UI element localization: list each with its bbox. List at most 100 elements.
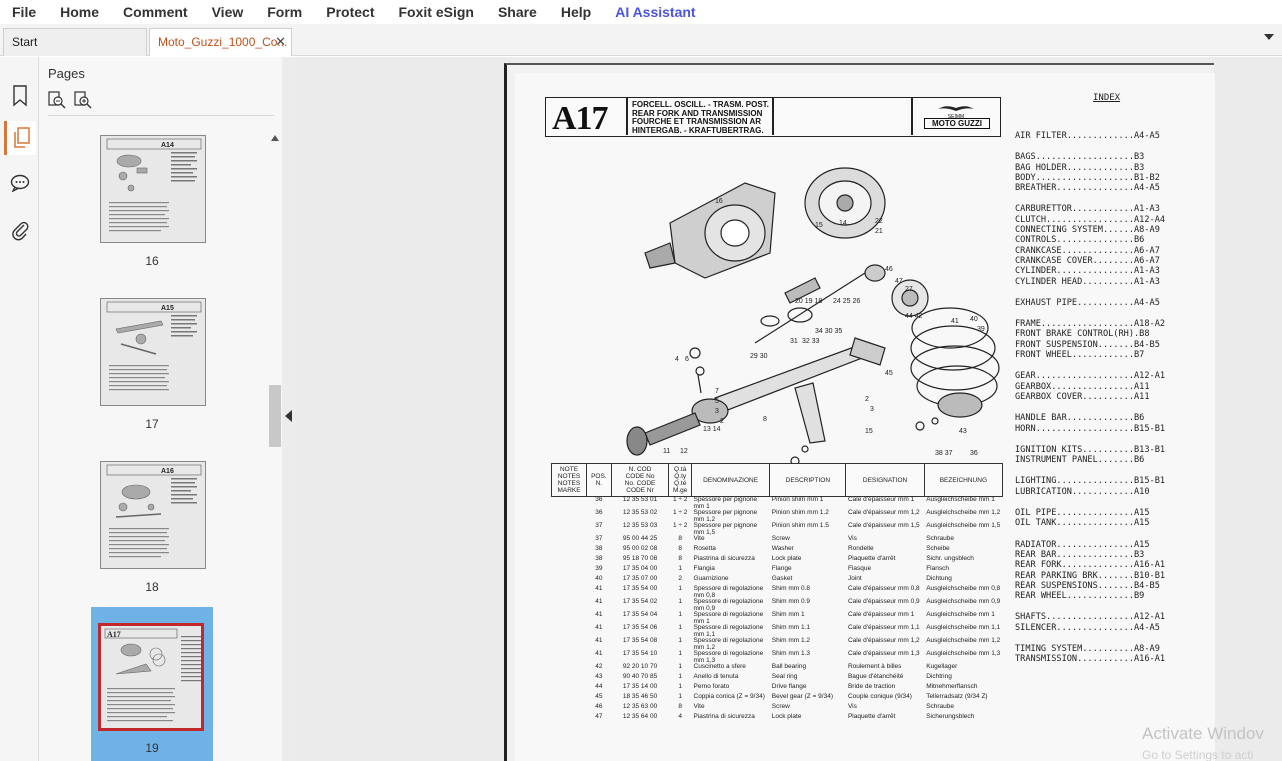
menu-home[interactable]: Home (48, 0, 111, 24)
menu-protect[interactable]: Protect (314, 0, 386, 24)
svg-text:36: 36 (970, 450, 978, 457)
table-row: 36 12 35 53 01 1 ÷ 2 Spessore per pignone m… (552, 496, 1003, 511)
tab-document-label: Moto_Guzzi_1000_Co... (158, 35, 288, 49)
index-entry: HORN...................B15-B1 (1015, 423, 1166, 434)
table-cell (552, 566, 587, 576)
index-entry: LIGHTING...............B15-B1 (1015, 476, 1166, 487)
index-entry: REAR SUSPENSIONS.......B4-B5 (1015, 580, 1160, 591)
page-thumbnail-16[interactable]: A14 16 (91, 129, 213, 287)
index-group-gap (1015, 287, 1225, 298)
svg-text:3: 3 (870, 406, 874, 413)
menu-comment[interactable]: Comment (111, 0, 200, 24)
menu-share[interactable]: Share (486, 0, 549, 24)
page-thumbnail-image: A17 (98, 623, 204, 731)
index-group-gap (1015, 465, 1225, 476)
column-header: Q.tà Q.ty Q.té M.ge (668, 463, 692, 497)
index-entry: GEARBOX COVER..........A11 (1015, 391, 1150, 402)
index-entry: CONNECTING SYSTEM......A8-A9 (1015, 225, 1160, 236)
parts-table-body: 36 12 35 53 01 1 ÷ 2 Spessore per pignone m… (552, 496, 1003, 725)
table-cell: Piastrina di sicurezza (693, 713, 755, 720)
page-thumbnail-image: A16 (100, 461, 206, 569)
svg-text:47: 47 (895, 278, 903, 285)
menu-ai-assistant[interactable]: AI Assistant (603, 0, 707, 24)
svg-text:44 42: 44 42 (905, 313, 923, 320)
tab-start[interactable]: Start (3, 28, 147, 56)
index-entry: CRANKCASE..............A6-A7 (1015, 245, 1160, 256)
thumbnail-list: A14 16 A15 17 A16 18 A17 19 (39, 119, 268, 761)
table-cell: 1 ÷ 2 (672, 496, 688, 503)
svg-text:3: 3 (715, 408, 719, 415)
page-number: 18 (145, 580, 159, 594)
menu-file[interactable]: File (0, 0, 48, 24)
pages-icon[interactable] (4, 121, 36, 155)
page-number: 16 (145, 254, 159, 268)
index-entry: GEAR...................A12-A1 (1015, 371, 1166, 382)
thumbnail-scrollbar[interactable] (268, 133, 281, 761)
index-entry: REAR FORK..............A16-A1 (1015, 560, 1166, 571)
comment-icon[interactable] (4, 166, 36, 200)
svg-text:41: 41 (951, 318, 959, 325)
table-cell (552, 556, 587, 566)
page-thumbnail-19-selected[interactable]: A17 19 (91, 607, 213, 761)
table-cell: Pinion shim mm 1 (771, 496, 824, 503)
panel-title: Pages (48, 66, 85, 81)
scrollbar-thumb[interactable] (269, 385, 281, 447)
page-thumbnail-17[interactable]: A15 17 (91, 292, 213, 450)
svg-text:6: 6 (685, 356, 689, 363)
menu-form[interactable]: Form (255, 0, 314, 24)
table-cell: 12 35 64 00 (622, 713, 658, 720)
section-title-line: HINTERGAB. - KRAFTUBERTRAG. (632, 125, 764, 135)
column-header: N. COD CODE No No. CODE CODE Nr (610, 463, 670, 497)
svg-text:15: 15 (815, 222, 823, 229)
menu-view[interactable]: View (200, 0, 256, 24)
svg-text:46: 46 (885, 266, 893, 273)
tab-list-dropdown-icon[interactable] (1264, 34, 1274, 40)
page-number: 17 (145, 417, 159, 431)
svg-text:24 25 26: 24 25 26 (833, 298, 860, 305)
collapse-panel-button[interactable] (282, 57, 296, 761)
svg-text:7: 7 (715, 388, 719, 395)
index-entry: REAR BAR...............B3 (1015, 549, 1145, 560)
scroll-up-icon[interactable] (271, 135, 279, 141)
index-entry: BAG HOLDER.............B3 (1015, 162, 1145, 173)
close-icon[interactable]: ✕ (275, 29, 286, 55)
svg-text:40: 40 (970, 316, 978, 323)
index-entry: EXHAUST PIPE...........A4-A5 (1015, 297, 1160, 308)
page-thumbnail-18[interactable]: A16 18 (91, 455, 213, 613)
table-cell (552, 546, 587, 556)
index-entry: BODY...................B1-B2 (1015, 172, 1160, 183)
table-cell: 4 (678, 713, 682, 720)
document-header-block: A17 FORCELL. OSCILL. - TRASM. POST. REAR… (545, 97, 1001, 137)
table-cell (552, 536, 587, 546)
svg-text:15: 15 (865, 428, 873, 435)
table-cell: Spessore per pignone mm 1 (693, 496, 758, 510)
menu-foxit-esign[interactable]: Foxit eSign (386, 0, 485, 24)
exploded-parts-diagram: 15 14 2221 1620 19 18 24 25 26 464727 44 42… (626, 167, 1000, 463)
attachment-icon[interactable] (4, 213, 36, 247)
table-cell (552, 599, 587, 612)
table-cell (552, 638, 587, 651)
index-group-gap (1015, 497, 1225, 508)
section-title: FORCELL. OSCILL. - TRASM. POST. REAR FOR… (632, 100, 769, 135)
table-cell (552, 674, 587, 684)
svg-text:14: 14 (839, 220, 847, 227)
panel-divider (48, 115, 274, 116)
bookmark-icon[interactable] (4, 79, 36, 113)
menu-help[interactable]: Help (549, 0, 603, 24)
tab-document[interactable]: Moto_Guzzi_1000_Co... ✕ (149, 28, 292, 56)
svg-text:31: 31 (790, 338, 798, 345)
index-group-gap (1015, 601, 1225, 612)
pages-panel: Pages A14 16 A15 17 A16 18 A17 19 (39, 57, 282, 761)
table-cell: 12 35 53 01 (622, 496, 658, 503)
zoom-out-thumbnails-icon[interactable] (48, 91, 66, 114)
header-divider (626, 98, 628, 135)
collapse-arrow-icon (285, 410, 292, 422)
activate-windows-subtext: Go to Settings to acti (1142, 748, 1254, 761)
index-list: AIR FILTER.............A4-A5 BAGS........… (1015, 131, 1225, 676)
document-viewer[interactable]: A17 FORCELL. OSCILL. - TRASM. POST. REAR… (296, 57, 1282, 761)
table-cell (552, 684, 587, 694)
zoom-in-thumbnails-icon[interactable] (74, 91, 92, 114)
table-cell (552, 625, 587, 638)
index-group-gap (1015, 633, 1225, 644)
svg-text:8: 8 (763, 416, 767, 423)
